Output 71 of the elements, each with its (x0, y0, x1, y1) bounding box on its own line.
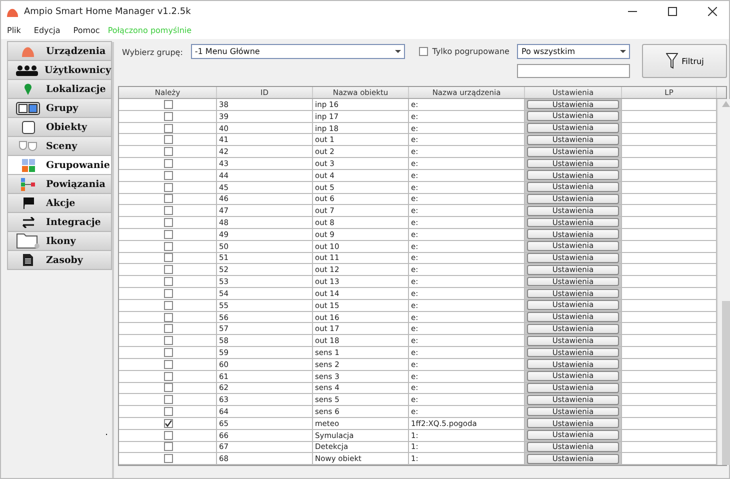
masks-icon (19, 141, 37, 151)
folder-icon (16, 233, 40, 249)
row-checkbox[interactable] (164, 253, 173, 262)
sidebar-item[interactable]: Powiązania (7, 174, 112, 194)
sidebar-item[interactable]: Grupowanie (7, 155, 112, 175)
square-icon (22, 120, 34, 134)
sidebar-item[interactable]: Grupy (7, 98, 112, 118)
sidebar-item[interactable]: Lokalizacje (7, 79, 112, 99)
row-checkbox[interactable] (164, 112, 173, 121)
flag-icon (22, 197, 34, 209)
row-checkbox[interactable] (164, 407, 173, 416)
checkbox-label: Tylko pogrupowane (432, 47, 510, 56)
sidebar-item[interactable]: Ikony (7, 231, 112, 251)
document-icon (23, 254, 33, 266)
window-title: Ampio Smart Home Manager v1.2.5k (24, 6, 192, 16)
connection-status: Połączono pomyślnie (108, 26, 192, 35)
row-checkbox[interactable] (164, 124, 173, 133)
row-checkbox[interactable] (164, 135, 173, 144)
row-checkbox[interactable] (164, 383, 173, 392)
sidebar-item[interactable]: Akcje (7, 193, 112, 213)
checkbox[interactable] (419, 47, 428, 56)
row-checkbox[interactable] (164, 194, 173, 204)
row-checkbox[interactable] (164, 360, 173, 369)
menu-item[interactable]: Edycja (34, 26, 60, 35)
sidebar-item[interactable]: Obiekty (7, 117, 112, 137)
row-checkbox[interactable] (164, 336, 173, 346)
sidebar-item[interactable]: Użytkownicy (7, 60, 112, 80)
menu-item[interactable]: Pomoc (73, 26, 100, 35)
menu-item[interactable]: Plik (7, 26, 21, 35)
filter-icon (666, 53, 678, 69)
row-checkbox[interactable] (164, 300, 173, 310)
row-checkbox[interactable] (164, 418, 173, 428)
group-label: Wybierz grupę: (122, 48, 183, 59)
row-checkbox[interactable] (164, 442, 173, 452)
dot-mark: . (105, 428, 108, 438)
row-checkbox[interactable] (164, 372, 173, 381)
row-checkbox[interactable] (164, 170, 173, 180)
row-checkbox[interactable] (164, 395, 173, 404)
row-checkbox[interactable] (164, 430, 173, 440)
row-checkbox[interactable] (164, 454, 173, 464)
swap-icon (22, 216, 34, 228)
row-checkbox[interactable] (164, 242, 173, 251)
row-checkbox[interactable] (164, 206, 173, 216)
scrollbar[interactable] (717, 99, 730, 465)
grid-icon (22, 158, 34, 172)
toggle-icon (16, 102, 40, 114)
app-logo-icon (7, 6, 18, 16)
row-checkbox[interactable] (164, 288, 173, 298)
row-checkbox[interactable] (164, 277, 173, 286)
users-icon (16, 64, 38, 76)
device-icon (21, 45, 35, 57)
sort-dropdown[interactable]: Po wszystkim (517, 44, 630, 59)
row-checkbox[interactable] (164, 218, 173, 228)
row-checkbox[interactable] (164, 312, 173, 322)
sidebar-item[interactable]: Sceny (7, 136, 112, 156)
group-dropdown[interactable]: -1 Menu Główne (190, 44, 406, 59)
row-checkbox[interactable] (164, 324, 173, 334)
row-checkbox[interactable] (164, 348, 173, 357)
row-checkbox[interactable] (164, 182, 173, 192)
row-checkbox[interactable] (164, 265, 173, 274)
sidebar-item[interactable]: Urządzenia (7, 41, 112, 61)
filter-input[interactable] (517, 64, 630, 78)
row-checkbox[interactable] (164, 147, 173, 156)
filter-button[interactable]: Filtruj (642, 44, 727, 78)
row-checkbox[interactable] (164, 100, 173, 109)
row-checkbox[interactable] (164, 230, 173, 239)
link-icon (21, 178, 35, 190)
sidebar-item[interactable]: Integracje (7, 212, 112, 232)
pin-icon (24, 83, 32, 95)
row-checkbox[interactable] (164, 158, 173, 168)
sidebar-item[interactable]: Zasoby (7, 250, 112, 270)
